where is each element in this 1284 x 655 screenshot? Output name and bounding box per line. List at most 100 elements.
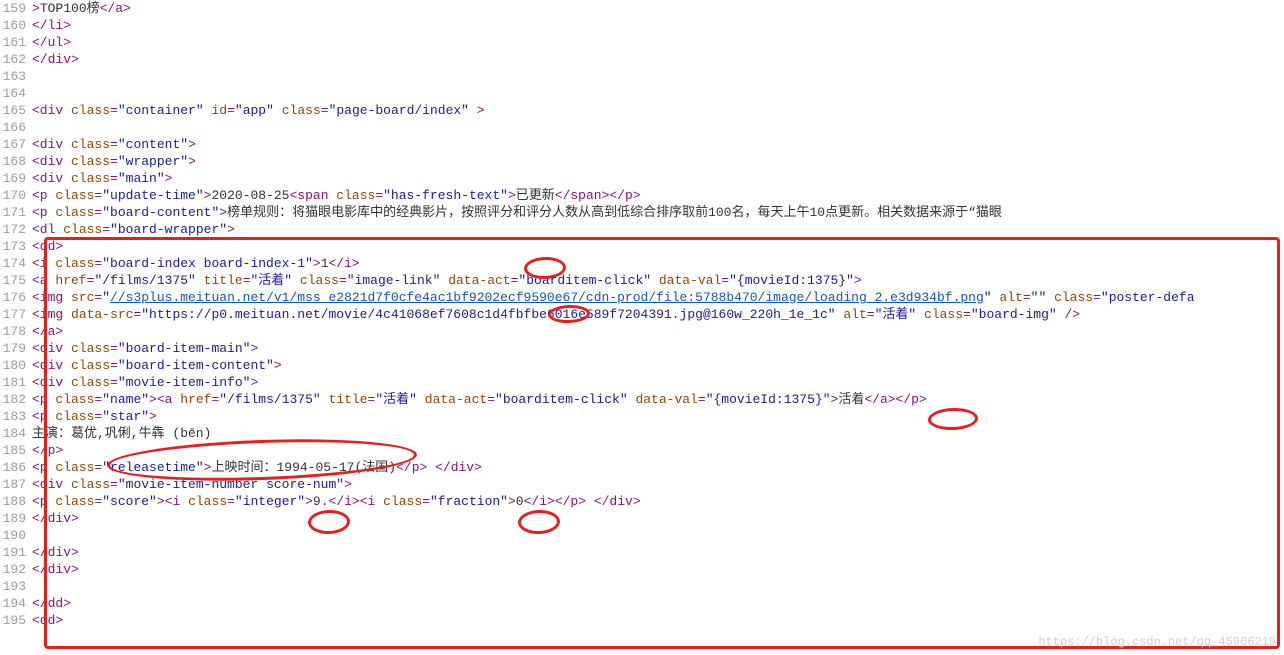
code-line[interactable]: 163 (0, 68, 1284, 85)
token: </a></p> (864, 392, 926, 407)
token: </p> </div> (396, 460, 482, 475)
code-content[interactable]: 主演：葛优,巩俐,牛犇 (bēn) (32, 425, 211, 442)
code-editor[interactable]: 159 >TOP100榜</a>160 </li>161 </ul>162 </… (0, 0, 1284, 629)
code-content[interactable]: <img src="//s3plus.meituan.net/v1/mss_e2… (32, 289, 1195, 306)
code-line[interactable]: 165 <div class="container" id="app" clas… (0, 102, 1284, 119)
code-line[interactable]: 162 </div> (0, 51, 1284, 68)
code-content[interactable]: <p class="name"><a href="/films/1375" ti… (32, 391, 927, 408)
token: > (250, 341, 258, 356)
code-line[interactable]: 183 <p class="star"> (0, 408, 1284, 425)
code-line[interactable]: 174 <i class="board-index board-index-1"… (0, 255, 1284, 272)
code-line[interactable]: 164 (0, 85, 1284, 102)
code-content[interactable]: </a> (32, 323, 63, 340)
token: <div (32, 358, 71, 373)
token: <img (32, 307, 71, 322)
code-line[interactable]: 178 </a> (0, 323, 1284, 340)
code-line[interactable]: 180 <div class="board-item-content"> (0, 357, 1284, 374)
code-content[interactable]: </p> (32, 442, 63, 459)
token: class (924, 307, 963, 322)
token: "fraction" (430, 494, 508, 509)
code-line[interactable]: 184 主演：葛优,巩俐,牛犇 (bēn) (0, 425, 1284, 442)
code-content[interactable]: <div class="wrapper"> (32, 153, 196, 170)
code-line[interactable]: 160 </li> (0, 17, 1284, 34)
line-number: 175 (0, 272, 32, 289)
token: class (55, 460, 94, 475)
token: > (508, 494, 516, 509)
code-content[interactable]: <dl class="board-wrapper"> (32, 221, 235, 238)
code-content[interactable]: <p class="update-time">2020-08-25<span c… (32, 187, 641, 204)
code-line[interactable]: 187 <div class="movie-item-number score-… (0, 476, 1284, 493)
token: = (422, 494, 430, 509)
code-content[interactable]: </ul> (32, 34, 71, 51)
code-line[interactable]: 169 <div class="main"> (0, 170, 1284, 187)
code-content[interactable]: <div class="board-item-main"> (32, 340, 258, 357)
code-line[interactable]: 172 <dl class="board-wrapper"> (0, 221, 1284, 238)
code-content[interactable]: </div> (32, 51, 79, 68)
code-content[interactable]: </div> (32, 561, 79, 578)
code-content[interactable]: <div class="movie-item-number score-num"… (32, 476, 352, 493)
code-line[interactable]: 167 <div class="content"> (0, 136, 1284, 153)
code-content[interactable]: <p class="star"> (32, 408, 157, 425)
code-line[interactable]: 193 (0, 578, 1284, 595)
token: </i> (329, 256, 360, 271)
code-line[interactable]: 192 </div> (0, 561, 1284, 578)
code-content[interactable]: <p class="board-content">榜单规则：将猫眼电影库中的经典… (32, 204, 1002, 221)
code-line[interactable]: 177 <img data-src="https://p0.meituan.ne… (0, 306, 1284, 323)
code-content[interactable]: <img data-src="https://p0.meituan.net/mo… (32, 306, 1080, 323)
code-line[interactable]: 175 <a href="/films/1375" title="活着" cla… (0, 272, 1284, 289)
code-content[interactable]: </li> (32, 17, 71, 34)
code-content[interactable]: <i class="board-index board-index-1">1</… (32, 255, 360, 272)
code-line[interactable]: 159 >TOP100榜</a> (0, 0, 1284, 17)
line-number: 174 (0, 255, 32, 272)
code-content[interactable]: </dd> (32, 595, 71, 612)
url-link[interactable]: //s3plus.meituan.net/v1/mss_e2821d7f0cfe… (110, 290, 984, 305)
code-line[interactable]: 179 <div class="board-item-main"> (0, 340, 1284, 357)
token: = (227, 494, 235, 509)
code-line[interactable]: 166 (0, 119, 1284, 136)
code-line[interactable]: 191 </div> (0, 544, 1284, 561)
code-line[interactable]: 185 </p> (0, 442, 1284, 459)
code-content[interactable]: >TOP100榜</a> (32, 0, 131, 17)
token: alt (843, 307, 866, 322)
line-number: 188 (0, 493, 32, 510)
code-content[interactable]: <a href="/films/1375" title="活着" class="… (32, 272, 862, 289)
code-content[interactable]: <dd> (32, 612, 63, 629)
code-line[interactable]: 189 </div> (0, 510, 1284, 527)
code-content[interactable]: <dd> (32, 238, 63, 255)
code-line[interactable]: 171 <p class="board-content">榜单规则：将猫眼电影库… (0, 204, 1284, 221)
code-line[interactable]: 176 <img src="//s3plus.meituan.net/v1/ms… (0, 289, 1284, 306)
code-line[interactable]: 173 <dd> (0, 238, 1284, 255)
code-line[interactable]: 194 </dd> (0, 595, 1284, 612)
code-line[interactable]: 190 (0, 527, 1284, 544)
token: class (55, 205, 94, 220)
code-line[interactable]: 188<p class="score"><i class="integer">9… (0, 493, 1284, 510)
code-content[interactable]: <p class="score"><i class="integer">9.</… (32, 493, 641, 510)
token: "boarditem-click" (518, 273, 651, 288)
line-number: 165 (0, 102, 32, 119)
code-line[interactable]: 182 <p class="name"><a href="/films/1375… (0, 391, 1284, 408)
token: = (110, 171, 118, 186)
code-content[interactable]: <div class="movie-item-info"> (32, 374, 258, 391)
line-number: 195 (0, 612, 32, 629)
code-content[interactable]: </div> (32, 510, 79, 527)
code-line[interactable]: 186<p class="releasetime">上映时间：1994-05-1… (0, 459, 1284, 476)
token: <div (32, 154, 71, 169)
code-content[interactable]: <p class="releasetime">上映时间：1994-05-17(法… (32, 459, 482, 476)
line-number: 176 (0, 289, 32, 306)
token: = (110, 137, 118, 152)
code-line[interactable]: 161 </ul> (0, 34, 1284, 51)
code-line[interactable]: 168 <div class="wrapper"> (0, 153, 1284, 170)
code-content[interactable]: <div class="main"> (32, 170, 172, 187)
code-line[interactable]: 195 <dd> (0, 612, 1284, 629)
token: /> (1057, 307, 1080, 322)
code-content[interactable]: <div class="board-item-content"> (32, 357, 282, 374)
code-content[interactable]: <div class="content"> (32, 136, 196, 153)
code-line[interactable]: 170 <p class="update-time">2020-08-25<sp… (0, 187, 1284, 204)
token: > (469, 103, 485, 118)
code-content[interactable]: <div class="container" id="app" class="p… (32, 102, 485, 119)
code-content[interactable]: </div> (32, 544, 79, 561)
token: </i></p> </div> (524, 494, 641, 509)
token: </ul> (32, 35, 71, 50)
code-line[interactable]: 181 <div class="movie-item-info"> (0, 374, 1284, 391)
token: data-val (659, 273, 721, 288)
